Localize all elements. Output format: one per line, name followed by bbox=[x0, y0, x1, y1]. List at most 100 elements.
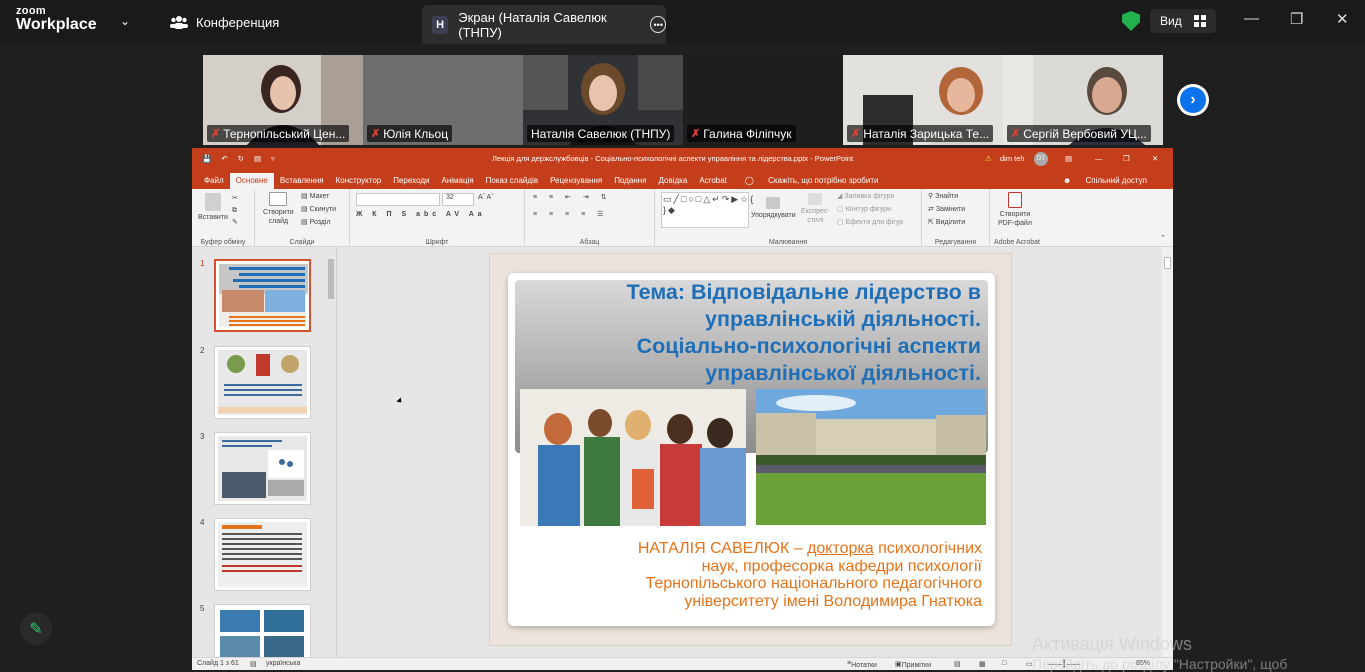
ppt-restore-icon[interactable]: ❐ bbox=[1123, 154, 1130, 163]
participant-name: ✗ Сергій Вербовий УЦ... bbox=[1007, 125, 1151, 142]
comments-button[interactable]: ▣ Примітки bbox=[895, 660, 931, 669]
layout-button[interactable]: ▤ Макет bbox=[301, 193, 329, 201]
thumbnails-scrollbar[interactable] bbox=[326, 247, 336, 657]
cut-icon[interactable]: ✂ bbox=[232, 195, 238, 203]
tab-animations[interactable]: Анімація bbox=[435, 173, 479, 189]
font-style-buttons[interactable]: Ж К П S abc AV Aa bbox=[356, 211, 486, 219]
reset-button[interactable]: ▤ Скинути bbox=[301, 206, 336, 214]
screen-share-tab[interactable]: Н Экран (Наталія Савелюк (ТНПУ) ••• bbox=[422, 5, 666, 44]
align-buttons[interactable]: ≡ ≡ ≡ ≡ ☰ bbox=[533, 211, 608, 219]
next-page-button[interactable]: › bbox=[1177, 84, 1209, 116]
grow-font-icon[interactable]: Aˆ Aˇ bbox=[478, 194, 494, 202]
slide-thumbnail[interactable] bbox=[214, 346, 311, 419]
ppt-avatar[interactable]: DT bbox=[1034, 152, 1048, 166]
thumbnail-image bbox=[218, 436, 307, 501]
participant-tile[interactable]: ✗ Юлія Кльоц bbox=[363, 55, 523, 145]
ribbon-display-icon[interactable]: ▤ bbox=[1065, 154, 1072, 163]
tab-file[interactable]: Файл bbox=[198, 173, 230, 189]
security-shield-icon[interactable] bbox=[1122, 11, 1140, 31]
ppt-user: dim teh bbox=[1000, 154, 1025, 163]
paste-button[interactable]: Вставити bbox=[198, 193, 228, 223]
chevron-down-icon[interactable]: ⌄ bbox=[120, 14, 130, 28]
slide-thumbnail[interactable] bbox=[214, 518, 311, 591]
tell-me-box[interactable]: ◯ Скажіть, що потрібно зробити bbox=[733, 173, 891, 189]
participant-tile[interactable]: ✗ Тернопільський Цен... bbox=[203, 55, 363, 145]
copy-icon[interactable]: ⧉ bbox=[232, 207, 237, 215]
font-name-select[interactable] bbox=[356, 193, 440, 206]
effects-icon: ▢ bbox=[837, 219, 844, 226]
participant-tile[interactable]: ✗ Галина Філіпчук bbox=[683, 55, 843, 145]
shape-effects-button[interactable]: ▢ Ефекти для фігур bbox=[837, 219, 903, 227]
undo-icon[interactable]: ↶ bbox=[221, 154, 227, 163]
select-button[interactable]: ⇱ Виділити bbox=[928, 219, 965, 227]
tab-help[interactable]: Довідка bbox=[653, 173, 694, 189]
slide-title-line: Соціально-психологічні аспекти bbox=[636, 334, 981, 358]
participant-tile-active-speaker[interactable]: Наталія Савелюк (ТНПУ) bbox=[523, 55, 683, 145]
scrollbar-thumb[interactable] bbox=[328, 259, 334, 299]
reset-icon: ▤ bbox=[301, 206, 308, 213]
shapes-gallery[interactable]: ▭╱□○□△↵↷▶☆{ }◆ bbox=[661, 192, 753, 228]
tab-view[interactable]: Подання bbox=[608, 173, 652, 189]
collapse-ribbon-icon[interactable]: ⌃ bbox=[1160, 235, 1166, 243]
tab-insert[interactable]: Вставлення bbox=[274, 173, 330, 189]
thumb-number: 1 bbox=[200, 259, 205, 268]
format-painter-icon[interactable]: ✎ bbox=[232, 219, 238, 227]
current-slide[interactable]: Тема: Відповідальне лідерство в управлін… bbox=[508, 273, 995, 626]
slide-sorter-icon[interactable]: ▦ bbox=[979, 660, 986, 668]
annotate-pen-button[interactable]: ✎ bbox=[20, 613, 52, 645]
arrange-button[interactable]: Упорядкувати bbox=[751, 197, 796, 221]
tab-slideshow[interactable]: Показ слайдів bbox=[480, 173, 544, 189]
shape-outline-button[interactable]: ▢ Контур фігури bbox=[837, 206, 891, 214]
font-size-value: 32 bbox=[446, 194, 454, 201]
spellcheck-icon[interactable]: ▤ bbox=[250, 660, 257, 668]
font-size-select[interactable]: 32 bbox=[442, 193, 474, 206]
slide-author-text[interactable]: НАТАЛІЯ САВЕЛЮК – докторка психологічних… bbox=[522, 540, 982, 610]
windows-activation-watermark: Активація Windows Перейдіть до розділу "… bbox=[1032, 634, 1287, 672]
minimize-icon[interactable]: — bbox=[1244, 10, 1259, 27]
share-button[interactable]: ☻ Спільний доступ bbox=[1051, 173, 1159, 189]
tab-acrobat[interactable]: Acrobat bbox=[693, 173, 733, 189]
present-icon[interactable]: ▤ bbox=[254, 154, 261, 163]
list-buttons[interactable]: ≡ ≡ ⇤ ⇥ ⇅ bbox=[533, 194, 612, 202]
grid-view-icon bbox=[1193, 15, 1206, 27]
group-label-paragraph: Абзац bbox=[579, 239, 600, 246]
paste-label: Вставити bbox=[198, 214, 228, 222]
customize-icon[interactable]: ▿ bbox=[271, 154, 275, 163]
notes-button[interactable]: ≡ Нотатки bbox=[847, 660, 877, 669]
restore-icon[interactable]: ❐ bbox=[1290, 10, 1303, 28]
slide-thumbnail[interactable] bbox=[214, 432, 311, 505]
shape-fill-button[interactable]: ◢ Заливка фігури bbox=[837, 193, 894, 201]
ppt-close-icon[interactable]: ✕ bbox=[1152, 154, 1158, 163]
normal-view-icon[interactable]: ▤ bbox=[954, 660, 961, 668]
tab-transitions[interactable]: Переходи bbox=[387, 173, 435, 189]
arrange-icon bbox=[766, 197, 781, 209]
create-pdf-button[interactable]: Створити PDF-файл bbox=[998, 192, 1032, 228]
tab-home[interactable]: Основне bbox=[229, 173, 274, 189]
scrollbar-thumb[interactable] bbox=[1164, 257, 1171, 269]
participant-tile[interactable]: ✗ Сергій Вербовий УЦ... bbox=[1003, 55, 1163, 145]
new-slide-button[interactable]: Створити слайд bbox=[263, 192, 294, 226]
tab-review[interactable]: Рецензування bbox=[544, 173, 608, 189]
slide-thumbnail[interactable] bbox=[214, 259, 311, 332]
slide-editor-canvas[interactable]: Тема: Відповідальне лідерство в управлін… bbox=[489, 253, 1012, 646]
slide-title-line: управлінської діяльності. bbox=[705, 361, 981, 385]
section-button[interactable]: ▤ Розділ bbox=[301, 219, 331, 227]
close-icon[interactable]: ✕ bbox=[1336, 10, 1349, 28]
participant-tile[interactable]: ✗ Наталія Зарицька Те... bbox=[843, 55, 1003, 145]
thumbnail-image bbox=[219, 264, 308, 327]
tab-design[interactable]: Конструктор bbox=[330, 173, 388, 189]
view-button[interactable]: Вид bbox=[1150, 9, 1216, 33]
more-options-icon[interactable]: ••• bbox=[650, 16, 666, 33]
redo-icon[interactable]: ↻ bbox=[238, 154, 244, 163]
replace-button[interactable]: ⇄ Замінити bbox=[928, 206, 965, 214]
ppt-minimize-icon[interactable]: — bbox=[1095, 154, 1103, 163]
quick-styles-button[interactable]: Експрес-стилі bbox=[801, 193, 830, 225]
save-icon[interactable]: 💾 bbox=[202, 154, 211, 163]
editor-scrollbar[interactable] bbox=[1162, 247, 1173, 657]
find-button[interactable]: ⚲ Знайти bbox=[928, 193, 958, 201]
slide-title-line: Тема: Відповідальне лідерство в bbox=[626, 280, 981, 304]
reading-view-icon[interactable]: □ bbox=[1002, 660, 1006, 667]
status-language[interactable]: українська bbox=[266, 660, 300, 667]
slide-title[interactable]: Тема: Відповідальне лідерство в управлін… bbox=[521, 279, 981, 387]
conference-tab[interactable]: Конференция bbox=[170, 0, 279, 44]
